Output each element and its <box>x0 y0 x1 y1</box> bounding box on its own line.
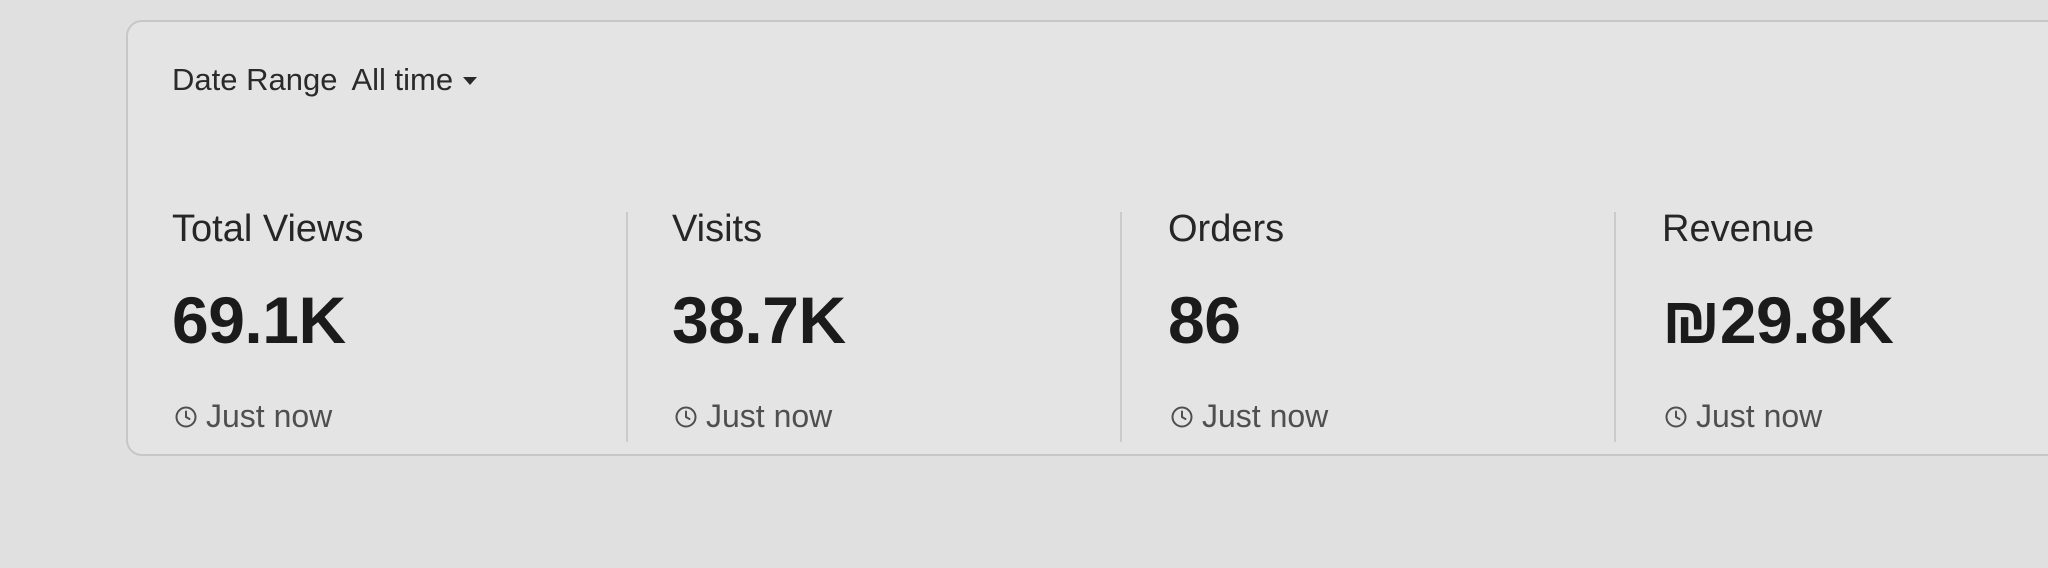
date-range-value: All time <box>351 62 454 97</box>
stat-title: Revenue <box>1662 208 1815 250</box>
stat-title: Total Views <box>172 208 364 250</box>
clock-icon <box>1171 406 1193 427</box>
stats-card: Date Range All time Total Views 69.1K Ju… <box>126 20 2048 456</box>
stat-updated: Just now <box>674 398 832 435</box>
stat-divider <box>1120 212 1122 442</box>
chevron-down-icon <box>463 77 478 85</box>
stat-title: Orders <box>1168 208 1285 250</box>
stat-orders: Orders 86 Just now <box>1168 172 1548 434</box>
date-range-dropdown[interactable]: All time <box>351 62 478 98</box>
date-range-filter: Date Range All time <box>172 62 478 98</box>
date-range-label: Date Range <box>172 62 338 97</box>
stat-updated: Just now <box>174 398 332 435</box>
stat-divider <box>1614 212 1616 442</box>
clock-icon <box>1665 406 1687 427</box>
stat-value: 69.1K <box>172 283 346 357</box>
stat-updated-text: Just now <box>1696 398 1823 434</box>
stats-row: Total Views 69.1K Just now Visits 38.7K … <box>128 172 1894 452</box>
stat-value: ₪29.8K <box>1662 283 1894 357</box>
stat-updated: Just now <box>1170 398 1328 435</box>
stat-title: Visits <box>672 208 763 250</box>
stat-updated-text: Just now <box>1202 398 1329 434</box>
stat-updated: Just now <box>1664 398 1822 435</box>
stat-value: 86 <box>1168 283 1241 357</box>
stat-total-views: Total Views 69.1K Just now <box>172 172 552 434</box>
stat-divider <box>626 212 628 442</box>
clock-icon <box>675 406 697 427</box>
stat-visits: Visits 38.7K Just now <box>672 172 1052 434</box>
clock-icon <box>175 406 197 427</box>
stat-value: 38.7K <box>672 283 846 357</box>
stat-updated-text: Just now <box>706 398 833 434</box>
stat-updated-text: Just now <box>206 398 333 434</box>
stat-revenue: Revenue ₪29.8K Just now <box>1662 172 2042 434</box>
